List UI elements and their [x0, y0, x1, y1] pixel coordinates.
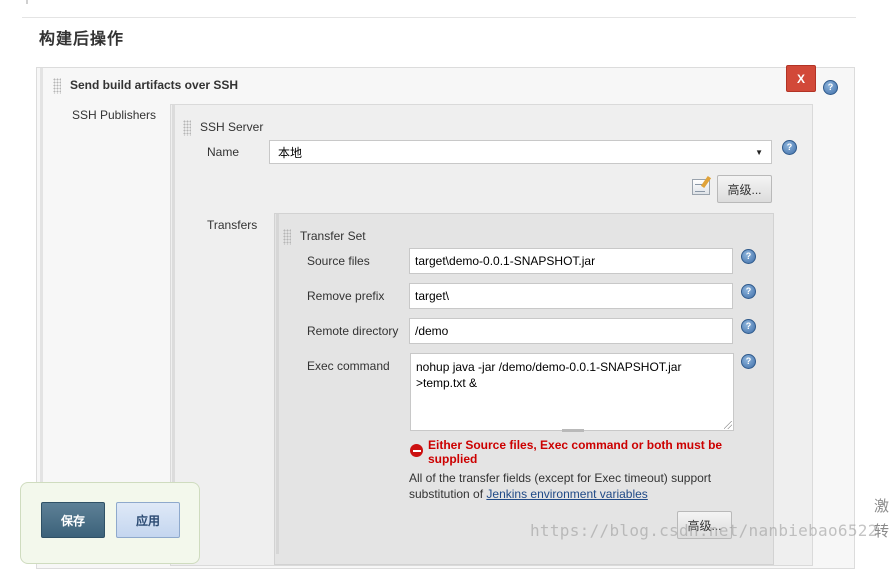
source-files-label: Source files: [307, 254, 370, 268]
help-icon[interactable]: ?: [823, 80, 838, 95]
remove-prefix-label: Remove prefix: [307, 289, 385, 303]
section-divider: [22, 17, 856, 18]
apply-button[interactable]: 应用: [116, 502, 180, 538]
substitution-hint: All of the transfer fields (except for E…: [409, 470, 739, 502]
top-edge-tick: [26, 0, 28, 4]
transfer-set-stripe: [276, 214, 279, 554]
remote-directory-label: Remote directory: [307, 324, 399, 338]
help-icon[interactable]: ?: [782, 140, 797, 155]
side-overlay-text: 激 转: [874, 497, 889, 540]
textarea-resize-handle[interactable]: [562, 429, 584, 432]
exec-command-textarea[interactable]: nohup java -jar /demo/demo-0.0.1-SNAPSHO…: [410, 353, 734, 431]
save-button[interactable]: 保存: [41, 502, 105, 538]
dropdown-arrow-icon: ▼: [755, 147, 763, 157]
build-step-title: Send build artifacts over SSH: [70, 78, 239, 92]
ssh-server-title: SSH Server: [200, 120, 264, 134]
section-title: 构建后操作: [39, 29, 125, 48]
drag-handle-icon[interactable]: [283, 229, 291, 245]
help-icon[interactable]: ?: [741, 319, 756, 334]
transfers-label: Transfers: [207, 218, 258, 232]
help-icon[interactable]: ?: [741, 284, 756, 299]
env-variables-link[interactable]: Jenkins environment variables: [486, 487, 647, 501]
delete-step-button[interactable]: X: [786, 65, 816, 92]
drag-handle-icon[interactable]: [183, 120, 191, 136]
error-icon: [410, 444, 423, 457]
remote-directory-input[interactable]: /demo: [409, 318, 733, 344]
source-files-input[interactable]: target\demo-0.0.1-SNAPSHOT.jar: [409, 248, 733, 274]
transfer-set-title: Transfer Set: [300, 229, 366, 243]
remove-prefix-input[interactable]: target\: [409, 283, 733, 309]
resize-corner-icon[interactable]: [724, 421, 732, 429]
name-label: Name: [207, 145, 240, 159]
validation-error: Either Source files, Exec command or bot…: [428, 438, 723, 466]
drag-handle-icon[interactable]: [53, 78, 61, 94]
help-icon[interactable]: ?: [741, 354, 756, 369]
exec-command-label: Exec command: [307, 359, 390, 373]
ssh-publishers-label: SSH Publishers: [72, 108, 157, 122]
server-name-select[interactable]: 本地 ▼: [269, 140, 772, 164]
server-name-selected: 本地: [278, 145, 303, 160]
blog-watermark: https://blog.csdn.net/nanbiebao6522: [530, 521, 878, 540]
server-advanced-button[interactable]: 高级...: [717, 175, 772, 203]
help-icon[interactable]: ?: [741, 249, 756, 264]
